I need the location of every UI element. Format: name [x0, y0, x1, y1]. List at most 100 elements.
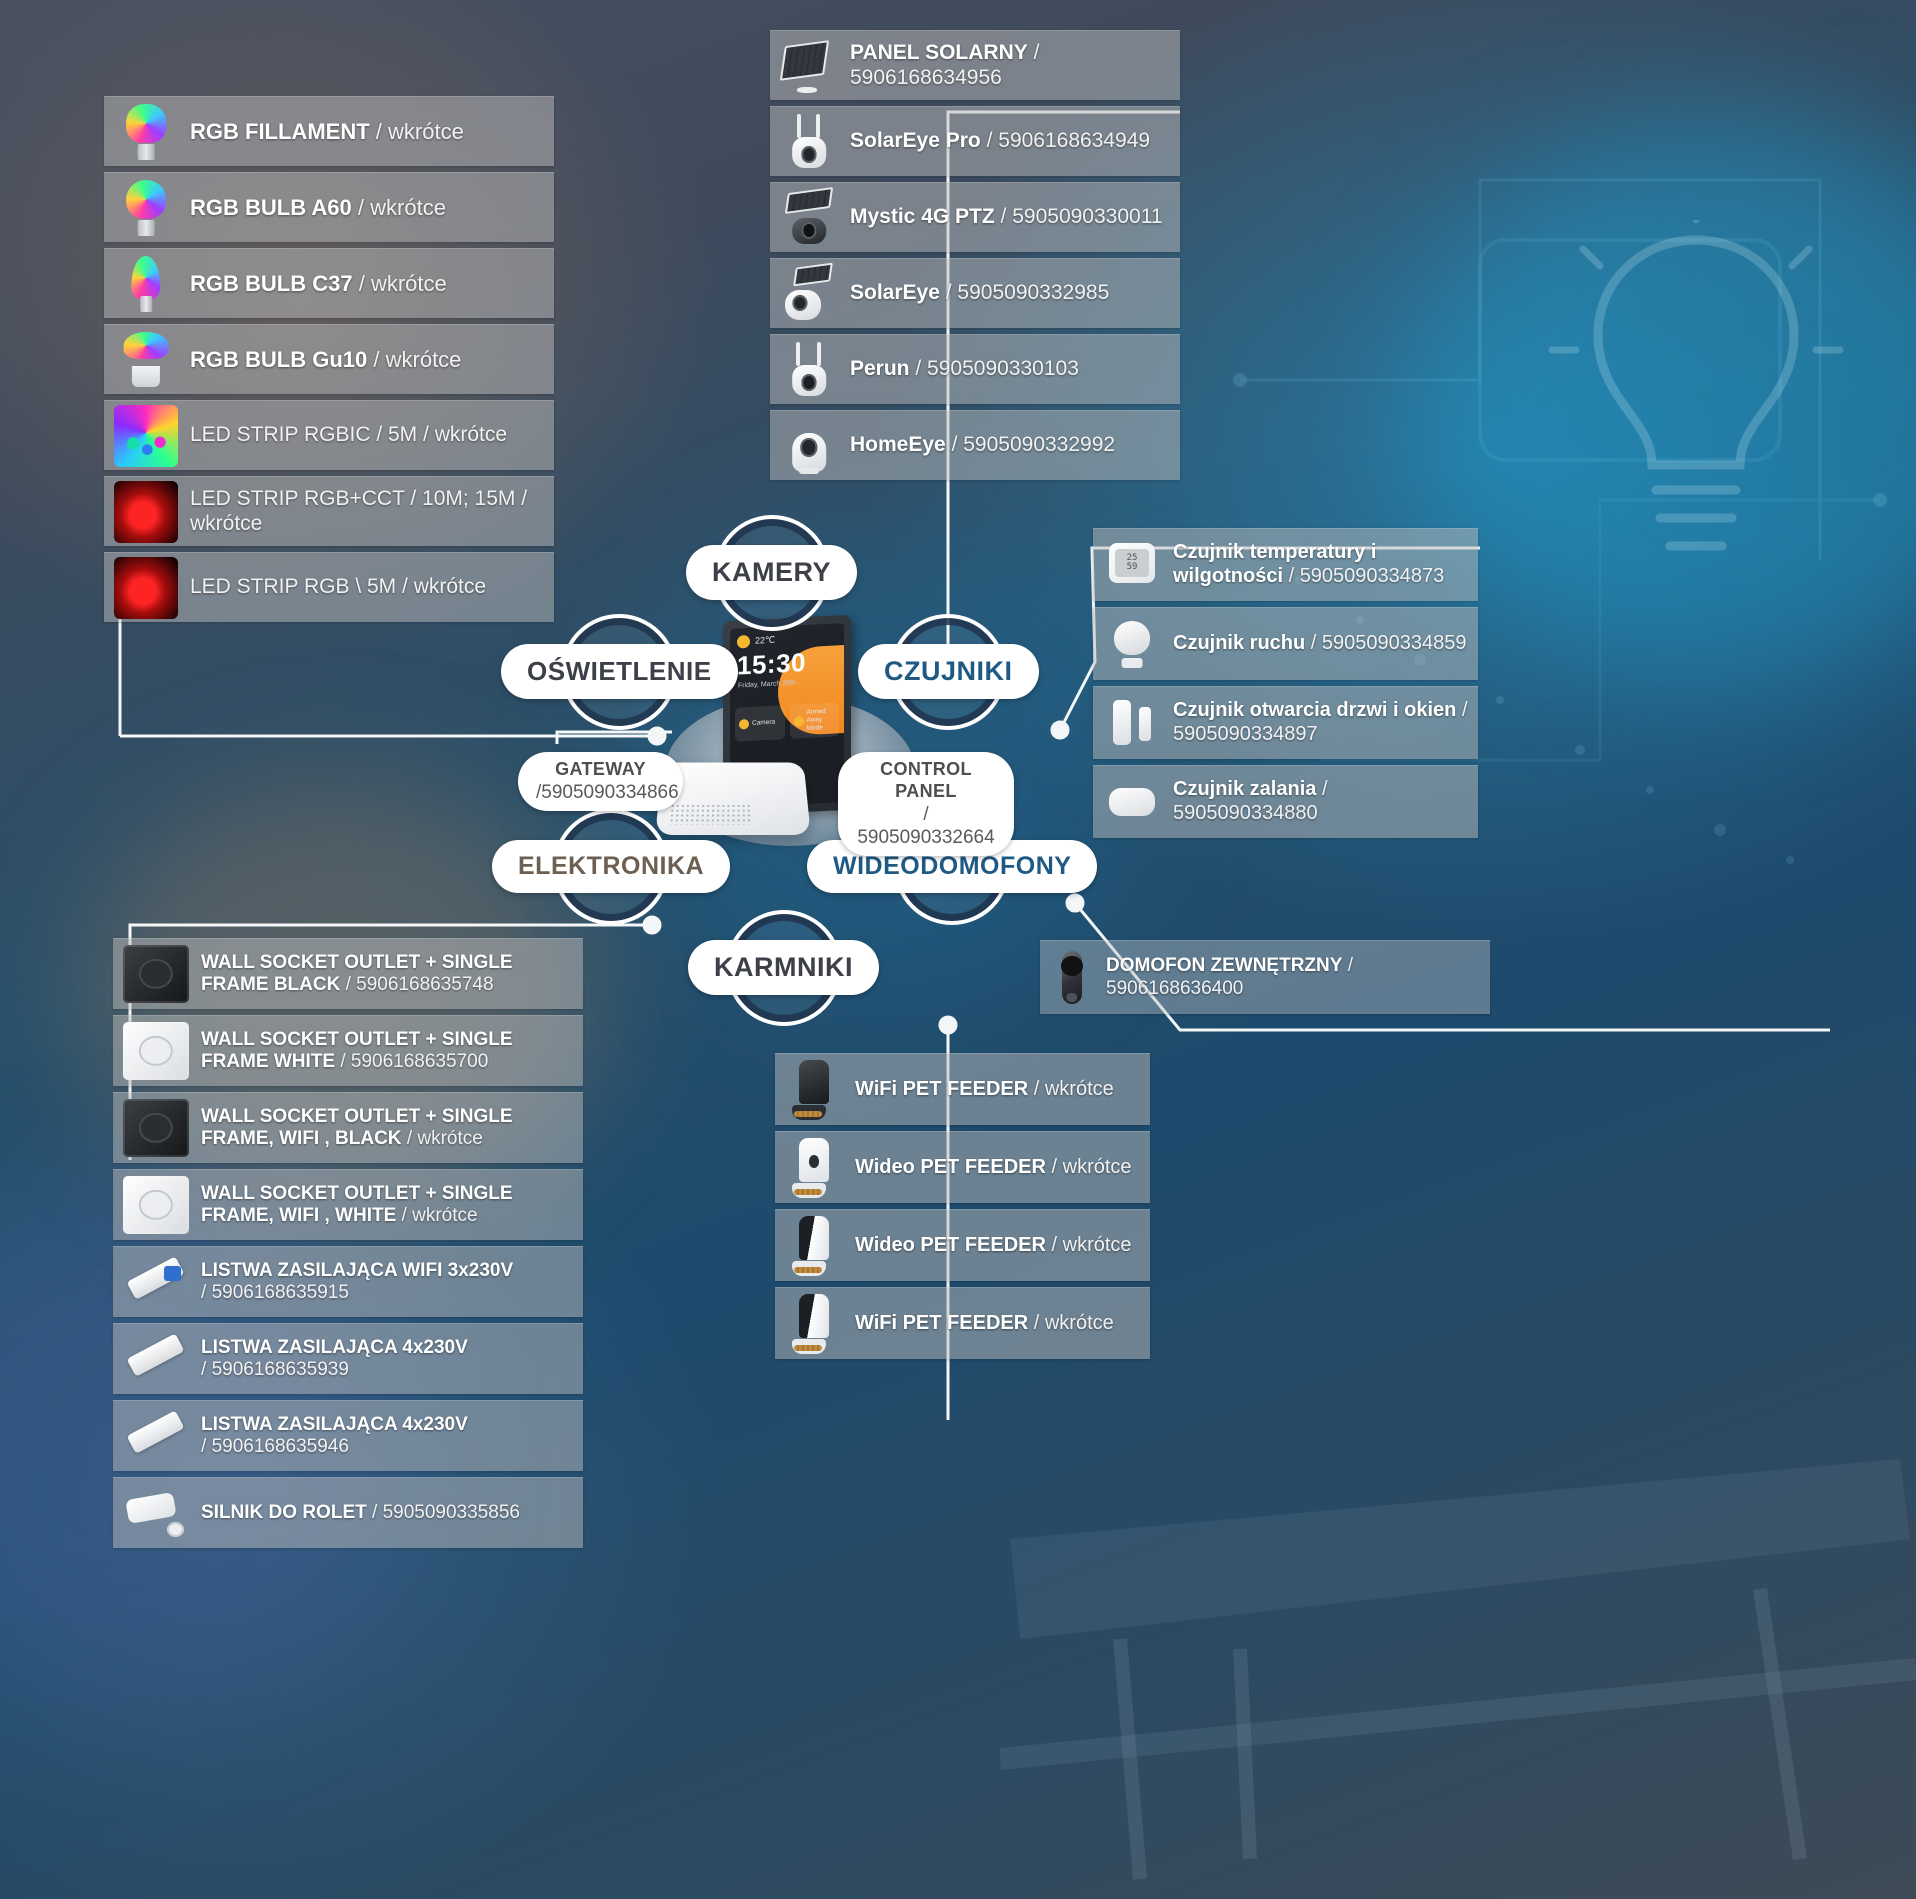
hub-node-elektronika[interactable]: ELEKTRONIKA — [492, 808, 731, 925]
gateway-code: /5905090334866 — [536, 781, 679, 803]
separator: / — [201, 1436, 207, 1457]
separator: / — [915, 357, 922, 381]
list-item[interactable]: RGB FILLAMENT / wkrótce — [104, 96, 554, 166]
list-item[interactable]: Mystic 4G PTZ / 5905090330011 — [770, 182, 1180, 252]
product-name: PANEL SOLARNY — [850, 40, 1028, 64]
panel-card-armed-label: Armed — [806, 707, 826, 716]
water-leak-sensor-icon — [1103, 772, 1161, 832]
separator: / — [521, 486, 528, 510]
product-name: Perun — [850, 357, 910, 381]
product-code: 5905090334897 — [1173, 723, 1318, 745]
list-item[interactable]: Czujnik ruchu / 5905090334859 — [1093, 607, 1478, 680]
list-item[interactable]: Czujnik otwarcia drzwi i okien / 5905090… — [1093, 686, 1478, 759]
list-item[interactable]: LED STRIP RGB+CCT / 10M; 15M / wkrótce — [104, 476, 554, 546]
list-item[interactable]: WALL SOCKET OUTLET + SINGLE FRAME, WIFI … — [113, 1092, 583, 1163]
power-strip-icon — [123, 1407, 189, 1465]
separator: / — [406, 1128, 413, 1149]
list-item[interactable]: LISTWA ZASILAJĄCA 4x230V / 5906168635939 — [113, 1323, 583, 1394]
power-strip-icon — [123, 1330, 189, 1388]
separator: / — [201, 1359, 207, 1380]
product-code: 5905090332985 — [957, 281, 1110, 305]
hub-node-label: ELEKTRONIKA — [492, 840, 731, 893]
separator: / — [1461, 699, 1468, 722]
product-name: LED STRIP RGBIC / 5M — [190, 423, 418, 447]
control-panel-label-pill[interactable]: CONTROL PANEL / 5905090332664 — [838, 752, 1014, 857]
product-name: RGB BULB Gu10 — [190, 346, 368, 372]
list-item[interactable]: RGB BULB A60 / wkrótce — [104, 172, 554, 242]
control-panel-label: CONTROL PANEL — [880, 759, 972, 801]
list-item[interactable]: WALL SOCKET OUTLET + SINGLE FRAME WHITE … — [113, 1015, 583, 1086]
list-item[interactable]: LED STRIP RGB \ 5M / wkrótce — [104, 552, 554, 622]
cameras-product-list: PANEL SOLARNY / 5906168634956 SolarEye P… — [770, 30, 1180, 486]
product-name: Wideo PET FEEDER — [855, 1155, 1046, 1178]
hub-node-label: KARMNIKI — [688, 940, 879, 995]
background-table-decoration — [1000, 1459, 1916, 1880]
list-item[interactable]: 25 59 Czujnik temperatury i wilgotności /… — [1093, 528, 1478, 601]
lighting-product-list: RGB FILLAMENT / wkrótce RGB BULB A60 / w… — [104, 96, 554, 628]
solar-bullet-camera-icon — [780, 262, 838, 325]
control-panel-code: / 5905090332664 — [857, 803, 995, 849]
list-item[interactable]: WiFi PET FEEDER / wkrótce — [775, 1287, 1150, 1359]
wall-socket-black-icon — [123, 945, 189, 1003]
list-item[interactable]: Czujnik zalania / 5905090334880 — [1093, 765, 1478, 838]
panel-card-camera[interactable]: Camera — [735, 705, 785, 743]
list-item[interactable]: LISTWA ZASILAJĄCA WIFI 3x230V / 59061686… — [113, 1246, 583, 1317]
solar-ptz-camera-icon — [780, 187, 838, 249]
product-code: wkrótce — [190, 511, 263, 535]
separator: / — [401, 1205, 407, 1226]
separator: / — [986, 129, 993, 153]
list-item[interactable]: WALL SOCKET OUTLET + SINGLE FRAME BLACK … — [113, 938, 583, 1009]
product-code: 5905090335856 — [382, 1501, 520, 1523]
list-item[interactable]: SILNIK DO ROLET / 5905090335856 — [113, 1477, 583, 1548]
list-item[interactable]: LISTWA ZASILAJĄCA 4x230V / 5906168635946 — [113, 1400, 583, 1471]
product-code: wkrótce — [388, 118, 464, 144]
product-code: 5905090334880 — [1173, 802, 1318, 824]
list-item[interactable]: RGB BULB C37 / wkrótce — [104, 248, 554, 318]
product-code: wkrótce — [370, 270, 447, 296]
separator: / — [345, 974, 351, 995]
product-code: wkrótce — [370, 194, 446, 220]
separator: / — [373, 346, 380, 372]
list-item[interactable]: DOMOFON ZEWNĘTRZNY / 5906168636400 — [1040, 940, 1490, 1014]
product-code: 5905090334859 — [1321, 632, 1467, 655]
separator: / — [423, 423, 429, 447]
panel-card-armed[interactable]: Armed Away Mode — [789, 702, 839, 740]
separator: / — [945, 281, 952, 305]
list-item[interactable]: Wideo PET FEEDER / wkrótce — [775, 1131, 1150, 1203]
rgb-bulb-c37-icon — [114, 253, 178, 315]
product-name: Wideo PET FEEDER — [855, 1233, 1046, 1256]
list-item[interactable]: Wideo PET FEEDER / wkrótce — [775, 1209, 1150, 1281]
separator: / — [201, 1282, 207, 1303]
product-name: RGB BULB C37 — [190, 270, 353, 296]
list-item[interactable]: SolarEye Pro / 5906168634949 — [770, 106, 1180, 176]
wall-socket-white-icon — [123, 1022, 189, 1080]
product-code: wkrótce — [1044, 1077, 1114, 1100]
list-item[interactable]: PANEL SOLARNY / 5906168634956 — [770, 30, 1180, 100]
product-code: wkrótce — [434, 423, 508, 447]
list-item[interactable]: LED STRIP RGBIC / 5M / wkrótce — [104, 400, 554, 470]
product-code: 5906168636400 — [1106, 977, 1244, 999]
camera-icon — [739, 719, 749, 730]
product-name: SolarEye Pro — [850, 129, 981, 153]
list-item[interactable]: WiFi PET FEEDER / wkrótce — [775, 1053, 1150, 1125]
separator: / — [1000, 205, 1007, 229]
product-name: SolarEye — [850, 281, 940, 305]
hub-node-oswietlenie[interactable]: OŚWIETLENIE — [501, 613, 738, 730]
panel-card-awaymode-label: Away Mode — [806, 716, 823, 733]
background-bulb-icon — [1548, 220, 1844, 551]
gateway-label: GATEWAY — [555, 759, 646, 779]
hub-node-kamery[interactable]: KAMERY — [686, 514, 858, 631]
list-item[interactable]: HomeEye / 5905090332992 — [770, 410, 1180, 480]
list-item[interactable]: WALL SOCKET OUTLET + SINGLE FRAME, WIFI … — [113, 1169, 583, 1240]
product-name: RGB FILLAMENT — [190, 118, 370, 144]
gateway-label-pill[interactable]: GATEWAY /5905090334866 — [518, 752, 683, 812]
separator: / — [1033, 40, 1040, 64]
list-item[interactable]: Perun / 5905090330103 — [770, 334, 1180, 404]
roller-blind-motor-icon — [123, 1484, 189, 1542]
list-item[interactable]: RGB BULB Gu10 / wkrótce — [104, 324, 554, 394]
product-code: 5906168635700 — [350, 1051, 489, 1072]
hub-node-czujniki[interactable]: CZUJNIKI — [858, 613, 1039, 730]
background-glow-right — [1416, 120, 1916, 680]
hub-node-karmniki[interactable]: KARMNIKI — [688, 909, 879, 1026]
list-item[interactable]: SolarEye / 5905090332985 — [770, 258, 1180, 328]
